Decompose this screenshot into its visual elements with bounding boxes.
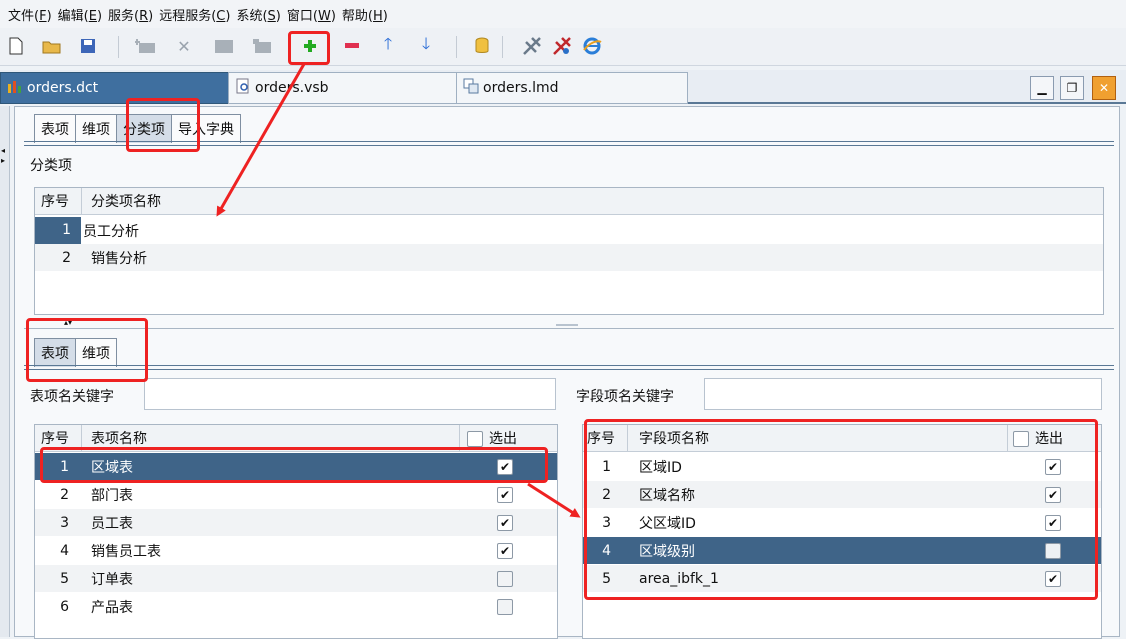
add-table-icon[interactable] — [134, 34, 158, 58]
table-row[interactable]: 1 员工分析 — [35, 217, 1103, 244]
row-seq: 5 — [60, 570, 69, 587]
minimize-icon[interactable]: ▁ — [1030, 76, 1054, 100]
row-table-name: 部门表 — [91, 487, 133, 504]
doc-tab-label: orders.vsb — [255, 80, 329, 96]
doc-tab-orders-lmd[interactable]: orders.lmd — [456, 72, 688, 104]
select-all-checkbox[interactable] — [467, 431, 483, 447]
field-keyword-label: 字段项名关键字 — [576, 389, 674, 405]
annotation-box-add-button — [288, 31, 330, 65]
col-seq[interactable]: 序号 — [41, 428, 69, 448]
tab-divider-lower — [24, 365, 1114, 370]
model-file-icon — [463, 78, 479, 98]
database-icon[interactable] — [470, 34, 494, 58]
annotation-box-category-tab — [126, 98, 200, 152]
menu-service[interactable]: 服务(R) — [108, 5, 153, 24]
table-keyword-label: 表项名关键字 — [30, 389, 114, 405]
menu-edit[interactable]: 编辑(E) — [58, 5, 102, 24]
left-collapse-strip[interactable]: ◂ ▸ — [0, 106, 10, 637]
row-seq: 1 — [35, 217, 81, 244]
row-select-checkbox[interactable]: ✔ — [497, 543, 513, 559]
row-seq: 4 — [60, 542, 69, 559]
menu-bar: 文件(F) 编辑(E) 服务(R) 远程服务(C) 系统(S) 窗口(W) 帮助… — [0, 0, 1126, 28]
col-table-name[interactable]: 表项名称 — [91, 428, 147, 448]
row-seq: 2 — [60, 486, 69, 503]
doc-tab-orders-vsb[interactable]: orders.vsb — [228, 72, 458, 104]
table-link-icon[interactable] — [250, 34, 274, 58]
remove-item-icon[interactable] — [340, 34, 364, 58]
row-select-checkbox[interactable]: ✔ — [497, 515, 513, 531]
move-down-icon[interactable]: 🡓 — [414, 34, 438, 58]
delete-icon[interactable]: ✕ — [172, 34, 196, 58]
row-select-checkbox[interactable] — [497, 599, 513, 615]
row-seq: 2 — [62, 249, 71, 266]
col-select: 选出 — [489, 431, 517, 447]
splitter[interactable]: ▴▾ — [24, 318, 1114, 330]
row-select-checkbox[interactable]: ✔ — [497, 487, 513, 503]
table-row[interactable]: 3 员工表 ✔ — [35, 509, 557, 536]
browser-icon[interactable] — [580, 34, 604, 58]
col-seq[interactable]: 序号 — [41, 191, 69, 211]
category-section-title: 分类项 — [30, 158, 72, 174]
field-keyword-input[interactable] — [704, 378, 1102, 410]
toolbar: ✕ 🡑 🡓 — [0, 28, 1126, 66]
close-icon[interactable]: ✕ — [1092, 76, 1116, 100]
col-category-name[interactable]: 分类项名称 — [91, 191, 161, 211]
row-seq: 6 — [60, 598, 69, 615]
row-select-checkbox[interactable] — [497, 571, 513, 587]
category-table: 序号 分类项名称 1 员工分析 2 销售分析 — [34, 187, 1104, 315]
tool-b-icon[interactable] — [550, 34, 574, 58]
collapse-arrows-icon: ◂ ▸ — [1, 146, 6, 165]
save-icon[interactable] — [76, 34, 100, 58]
tool-a-icon[interactable] — [520, 34, 544, 58]
menu-file[interactable]: 文件(F) — [8, 5, 52, 24]
tab-table-items[interactable]: 表项 — [34, 114, 76, 143]
menu-window[interactable]: 窗口(W) — [287, 5, 336, 24]
move-up-icon[interactable]: 🡑 — [376, 34, 400, 58]
doc-tab-label: orders.dct — [27, 80, 99, 96]
doc-tab-label: orders.lmd — [483, 80, 559, 96]
row-table-name: 销售员工表 — [91, 543, 161, 560]
table-row[interactable]: 2 销售分析 — [35, 244, 1103, 271]
splitter-grip — [556, 324, 578, 326]
row-category-name[interactable]: 员工分析 — [83, 221, 139, 241]
table-icon[interactable] — [212, 34, 236, 58]
tab-dimension-items[interactable]: 维项 — [75, 114, 117, 143]
annotation-box-field-list — [584, 419, 1098, 600]
annotation-box-selected-table — [40, 447, 548, 483]
row-table-name: 员工表 — [91, 515, 133, 532]
annotation-box-lower-tabs — [26, 318, 148, 382]
category-table-header: 序号 分类项名称 — [35, 188, 1103, 215]
row-table-name: 订单表 — [91, 571, 133, 588]
restore-icon[interactable]: ❐ — [1060, 76, 1084, 100]
open-folder-icon[interactable] — [40, 34, 64, 58]
row-seq: 3 — [60, 514, 69, 531]
table-keyword-input[interactable] — [144, 378, 556, 410]
menu-system[interactable]: 系统(S) — [236, 5, 280, 24]
chart-file-icon — [7, 78, 23, 98]
table-row[interactable]: 2 部门表 ✔ — [35, 481, 557, 508]
row-category-name[interactable]: 销售分析 — [91, 248, 147, 268]
new-file-icon[interactable] — [4, 34, 28, 58]
table-row[interactable]: 6 产品表 — [35, 593, 557, 620]
menu-remote-service[interactable]: 远程服务(C) — [159, 5, 230, 24]
table-row[interactable]: 4 销售员工表 ✔ — [35, 537, 557, 564]
table-row[interactable]: 5 订单表 — [35, 565, 557, 592]
row-table-name: 产品表 — [91, 599, 133, 616]
menu-help[interactable]: 帮助(H) — [342, 5, 388, 24]
magnifier-file-icon — [235, 78, 251, 98]
